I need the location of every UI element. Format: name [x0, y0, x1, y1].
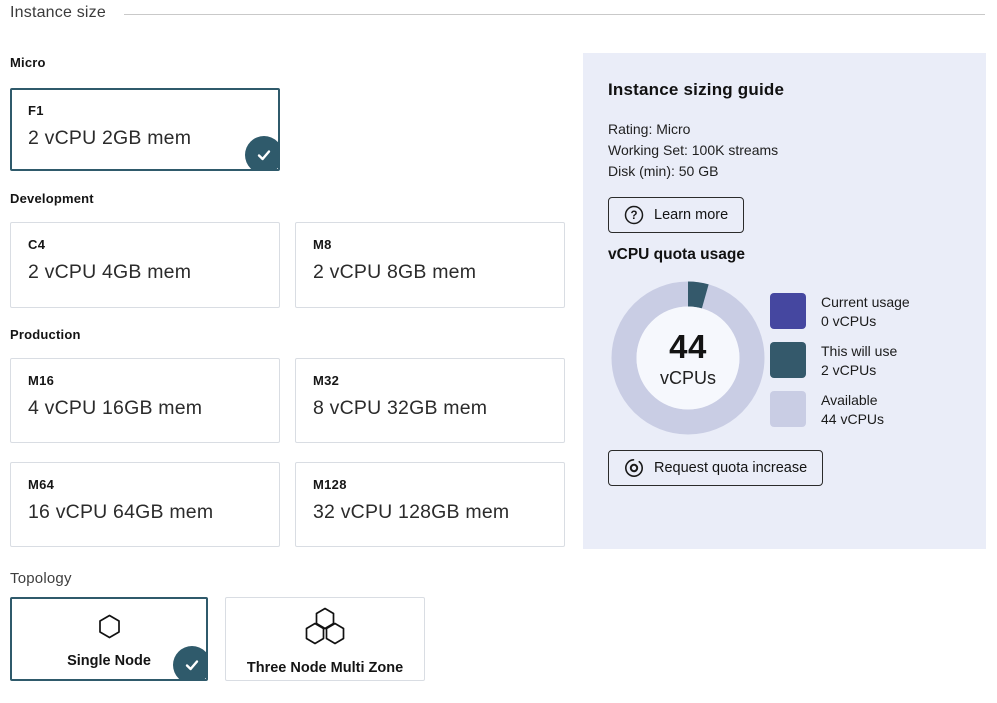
selected-check-icon [245, 136, 280, 171]
instance-card-desc: 2 vCPU 2GB mem [28, 127, 262, 150]
instance-card-desc: 32 vCPU 128GB mem [313, 501, 547, 524]
instance-card-desc: 8 vCPU 32GB mem [313, 397, 547, 420]
instance-sizing-guide-panel: Instance sizing guide Rating: Micro Work… [583, 53, 986, 549]
learn-more-button[interactable]: ? Learn more [608, 197, 744, 233]
instance-card-c4[interactable]: C4 2 vCPU 4GB mem [10, 222, 280, 308]
guide-working-set: Working Set: 100K streams [608, 140, 778, 161]
page-header: Instance size [10, 4, 985, 22]
instance-card-desc: 16 vCPU 64GB mem [28, 501, 262, 524]
production-cards: M16 4 vCPU 16GB mem M32 8 vCPU 32GB mem … [10, 358, 565, 547]
legend-label: Current usage [821, 293, 910, 312]
instance-card-code: M16 [28, 373, 262, 388]
instance-card-code: M8 [313, 237, 547, 252]
legend-item-this-will-use: This will use 2 vCPUs [770, 342, 910, 380]
section-label-micro: Micro [10, 55, 46, 70]
single-hexagon-icon [98, 614, 121, 644]
request-quota-increase-button[interactable]: Request quota increase [608, 450, 823, 486]
topology-option-label: Three Node Multi Zone [247, 660, 403, 676]
instance-card-code: F1 [28, 103, 262, 118]
legend-swatch-current-usage [770, 293, 806, 329]
guide-info: Rating: Micro Working Set: 100K streams … [608, 119, 778, 182]
learn-more-label: Learn more [654, 207, 728, 223]
instance-size-page: Instance size Micro F1 2 vCPU 2GB mem De… [0, 0, 997, 703]
instance-card-m64[interactable]: M64 16 vCPU 64GB mem [10, 462, 280, 547]
instance-card-m16[interactable]: M16 4 vCPU 16GB mem [10, 358, 280, 443]
legend-swatch-available [770, 391, 806, 427]
topology-option-label: Single Node [67, 653, 151, 669]
legend-value: 44 vCPUs [821, 410, 884, 429]
three-hexagons-icon [304, 607, 346, 651]
legend-label: Available [821, 391, 884, 410]
header-divider [124, 14, 985, 15]
instance-card-m8[interactable]: M8 2 vCPU 8GB mem [295, 222, 565, 308]
development-cards: C4 2 vCPU 4GB mem M8 2 vCPU 8GB mem [10, 222, 565, 308]
page-title: Instance size [10, 4, 106, 22]
guide-title: Instance sizing guide [608, 80, 784, 100]
topology-card-three-node-multi-zone[interactable]: Three Node Multi Zone [225, 597, 425, 681]
section-label-topology: Topology [10, 570, 72, 587]
question-circle-icon: ? [624, 205, 644, 225]
section-label-production: Production [10, 327, 81, 342]
legend-item-available: Available 44 vCPUs [770, 391, 910, 429]
instance-card-code: M64 [28, 477, 262, 492]
instance-card-code: C4 [28, 237, 262, 252]
legend-swatch-this-will-use [770, 342, 806, 378]
quota-title: vCPU quota usage [608, 246, 745, 264]
legend-value: 0 vCPUs [821, 312, 910, 331]
request-quota-increase-label: Request quota increase [654, 460, 807, 476]
instance-card-m128[interactable]: M128 32 vCPU 128GB mem [295, 462, 565, 547]
instance-card-code: M32 [313, 373, 547, 388]
selected-check-icon [173, 646, 208, 681]
instance-card-desc: 2 vCPU 8GB mem [313, 261, 547, 284]
instance-card-m32[interactable]: M32 8 vCPU 32GB mem [295, 358, 565, 443]
legend-item-current-usage: Current usage 0 vCPUs [770, 293, 910, 331]
svg-text:?: ? [630, 210, 637, 222]
instance-card-desc: 2 vCPU 4GB mem [28, 261, 262, 284]
instance-card-desc: 4 vCPU 16GB mem [28, 397, 262, 420]
vcpu-quota-donut-chart: 44 vCPUs [611, 281, 765, 435]
quota-legend: Current usage 0 vCPUs This will use 2 vC… [770, 293, 910, 429]
donut-hole [637, 307, 740, 410]
instance-card-f1[interactable]: F1 2 vCPU 2GB mem [10, 88, 280, 171]
legend-label: This will use [821, 342, 897, 361]
instance-card-code: M128 [313, 477, 547, 492]
guide-disk: Disk (min): 50 GB [608, 161, 778, 182]
guide-rating: Rating: Micro [608, 119, 778, 140]
quota-gauge-icon [624, 458, 644, 478]
legend-value: 2 vCPUs [821, 361, 897, 380]
section-label-development: Development [10, 191, 94, 206]
topology-card-single-node[interactable]: Single Node [10, 597, 208, 681]
